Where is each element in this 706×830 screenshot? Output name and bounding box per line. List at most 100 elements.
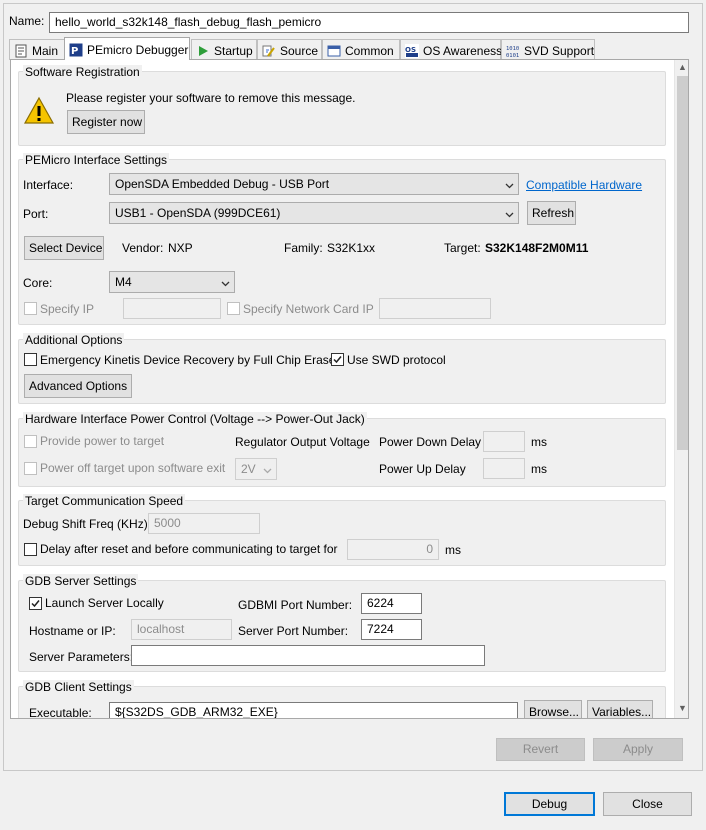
pemicro-icon: P [69, 43, 83, 57]
power-control-group [18, 418, 666, 487]
browse-button[interactable]: Browse... [524, 700, 582, 718]
power-off-checkbox[interactable] [24, 462, 37, 475]
debug-button[interactable]: Debug [504, 792, 595, 816]
target-label: Target: [444, 241, 481, 255]
scrollbar-thumb[interactable] [677, 76, 688, 450]
tab-os-label: OS Awareness [423, 44, 503, 58]
specify-ip-checkbox[interactable] [24, 302, 37, 315]
select-device-button[interactable]: Select Device [24, 236, 104, 260]
voltage-value: 2V [241, 462, 256, 476]
svg-text:0101: 0101 [506, 53, 519, 58]
tab-startup-label: Startup [214, 44, 253, 58]
play-icon [196, 44, 210, 58]
gdb-server-title: GDB Server Settings [23, 574, 139, 588]
tab-source-label: Source [280, 44, 319, 58]
voltage-select[interactable]: 2V [235, 458, 277, 480]
delay-field[interactable]: 0 [347, 539, 439, 560]
core-value: M4 [115, 275, 132, 289]
scroll-up-icon[interactable]: ▲ [678, 62, 687, 72]
chevron-down-icon [505, 208, 514, 218]
emergency-recovery-checkbox[interactable] [24, 353, 37, 366]
pemicro-debugger-panel: Software Registration Please register yo… [10, 59, 689, 719]
chevron-down-icon [263, 464, 272, 474]
executable-field[interactable]: ${S32DS_GDB_ARM32_EXE} [109, 702, 518, 718]
tab-pemicro-debugger[interactable]: P PEmicro Debugger [64, 37, 190, 60]
power-off-label: Power off target upon software exit [40, 461, 226, 475]
port-select[interactable]: USB1 - OpenSDA (999DCE61) [109, 202, 519, 224]
tab-startup[interactable]: Startup [191, 39, 257, 60]
os-icon: OS [405, 44, 419, 58]
server-port-label: Server Port Number: [238, 624, 349, 638]
power-down-delay-field[interactable] [483, 431, 525, 452]
interface-value: OpenSDA Embedded Debug - USB Port [115, 177, 330, 191]
tab-source[interactable]: Source [257, 39, 322, 60]
interface-label: Interface: [23, 178, 74, 192]
refresh-button[interactable]: Refresh [527, 201, 576, 225]
core-select[interactable]: M4 [109, 271, 235, 293]
revert-button[interactable]: Revert [496, 738, 585, 761]
vendor-label: Vendor: [122, 241, 164, 255]
additional-options-title: Additional Options [23, 333, 125, 347]
svg-text:P: P [71, 46, 78, 57]
emergency-recovery-label: Emergency Kinetis Device Recovery by Ful… [40, 353, 336, 367]
delay-after-reset-label: Delay after reset and before communicati… [40, 542, 338, 556]
interface-select[interactable]: OpenSDA Embedded Debug - USB Port [109, 173, 519, 195]
provide-power-checkbox[interactable] [24, 435, 37, 448]
family-label: Family: [284, 241, 323, 255]
specify-nic-field[interactable] [379, 298, 491, 319]
close-button[interactable]: Close [603, 792, 692, 816]
main-tab-icon [14, 44, 28, 58]
pemicro-interface-title: PEMicro Interface Settings [23, 153, 170, 167]
power-control-title: Hardware Interface Power Control (Voltag… [23, 412, 367, 426]
use-swd-label: Use SWD protocol [347, 353, 446, 367]
launch-server-checkbox[interactable] [29, 597, 42, 610]
advanced-options-button[interactable]: Advanced Options [24, 374, 132, 398]
compatible-hardware-link[interactable]: Compatible Hardware [526, 178, 642, 192]
gdbmi-port-field[interactable]: 6224 [361, 593, 422, 614]
power-up-unit: ms [531, 462, 547, 476]
apply-button[interactable]: Apply [593, 738, 683, 761]
tab-svd-support[interactable]: 1010 0101 SVD Support [501, 39, 595, 60]
name-input[interactable]: hello_world_s32k148_flash_debug_flash_pe… [49, 12, 689, 33]
common-icon [327, 44, 341, 58]
server-params-field[interactable] [131, 645, 485, 666]
specify-ip-label: Specify IP [40, 302, 95, 316]
tab-os-awareness[interactable]: OS OS Awareness [400, 39, 503, 60]
chevron-down-icon [221, 277, 230, 287]
server-port-field[interactable]: 7224 [361, 619, 422, 640]
checkmark-icon [333, 356, 342, 364]
checkmark-icon [31, 600, 40, 608]
software-registration-group [18, 71, 666, 146]
variables-button[interactable]: Variables... [587, 700, 653, 718]
executable-label: Executable: [29, 706, 92, 719]
tab-main-label: Main [32, 44, 59, 58]
delay-after-reset-checkbox[interactable] [24, 543, 37, 556]
vertical-scrollbar[interactable]: ▲ ▼ [674, 60, 688, 718]
tab-pemicro-label: PEmicro Debugger [87, 43, 189, 57]
family-value: S32K1xx [327, 241, 376, 255]
tab-common-label: Common [345, 44, 394, 58]
vendor-value: NXP [168, 241, 193, 255]
scroll-down-icon[interactable]: ▼ [678, 703, 687, 713]
power-down-unit: ms [531, 435, 547, 449]
specify-ip-field[interactable] [123, 298, 221, 319]
tab-svd-label: SVD Support [524, 44, 595, 58]
power-up-delay-field[interactable] [483, 458, 525, 479]
delay-unit: ms [445, 543, 461, 557]
svg-text:1010: 1010 [506, 46, 519, 52]
specify-nic-checkbox[interactable] [227, 302, 240, 315]
hostname-field[interactable]: localhost [131, 619, 232, 640]
shift-freq-field[interactable]: 5000 [148, 513, 260, 534]
power-up-delay-label: Power Up Delay [379, 462, 466, 476]
use-swd-checkbox[interactable] [331, 353, 344, 366]
gdb-client-title: GDB Client Settings [23, 680, 134, 694]
target-value: S32K148F2M0M11 [485, 241, 589, 255]
provide-power-label: Provide power to target [40, 434, 165, 448]
register-now-button[interactable]: Register now [67, 110, 145, 134]
warning-icon [23, 96, 55, 126]
gdbmi-port-label: GDBMI Port Number: [238, 598, 353, 612]
tab-common[interactable]: Common [322, 39, 400, 60]
svg-text:OS: OS [405, 46, 416, 54]
tab-main[interactable]: Main [9, 39, 65, 60]
hostname-label: Hostname or IP: [29, 624, 116, 638]
